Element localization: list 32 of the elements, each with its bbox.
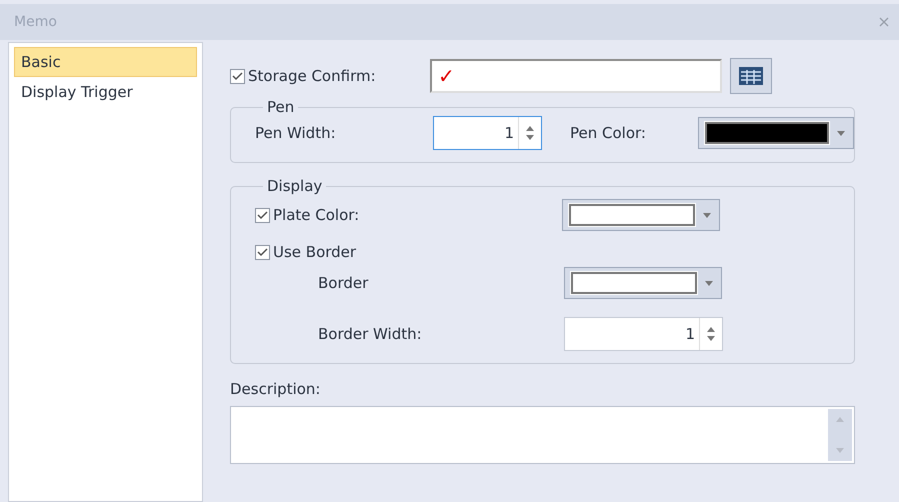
- border-label: Border: [318, 274, 370, 292]
- description-label: Description:: [230, 380, 322, 398]
- spin-down-icon[interactable]: [707, 336, 715, 341]
- description-field[interactable]: [230, 406, 855, 464]
- dropdown-arrow-icon[interactable]: [705, 280, 713, 286]
- spin-down-icon[interactable]: [526, 135, 534, 140]
- color-dropdown[interactable]: [698, 117, 854, 149]
- storage-confirm-label: Storage Confirm:: [248, 67, 377, 85]
- color-dropdown[interactable]: [562, 199, 720, 231]
- border-width-spinner[interactable]: 1: [564, 317, 723, 351]
- sidebar-item[interactable]: Basic: [14, 47, 197, 77]
- group-title: Display: [266, 177, 324, 195]
- window-title: Memo: [14, 14, 57, 30]
- spin-up-icon[interactable]: [707, 327, 715, 332]
- border-width-label: Border Width:: [318, 325, 423, 343]
- dropdown-arrow-icon[interactable]: [837, 130, 845, 136]
- checkbox[interactable]: [255, 244, 270, 260]
- checkbox[interactable]: [255, 208, 270, 222]
- use-border-label: Use Border: [273, 243, 356, 261]
- pen-color-label: Pen Color:: [570, 124, 647, 142]
- plate-color-label: Plate Color:: [273, 206, 360, 224]
- pen-width-label: Pen Width:: [255, 124, 337, 142]
- sidebar-item[interactable]: Display Trigger: [14, 77, 197, 107]
- group-title: Pen: [266, 98, 296, 116]
- table-button[interactable]: [730, 58, 772, 94]
- dropdown-arrow-icon[interactable]: [703, 212, 711, 218]
- spin-up-icon[interactable]: [526, 126, 534, 131]
- storage-confirm-field[interactable]: ✓: [430, 59, 722, 93]
- color-dropdown[interactable]: [564, 267, 722, 299]
- pen-width-spinner[interactable]: 1: [433, 116, 542, 150]
- table-icon: [738, 66, 764, 86]
- checkbox[interactable]: [230, 68, 245, 84]
